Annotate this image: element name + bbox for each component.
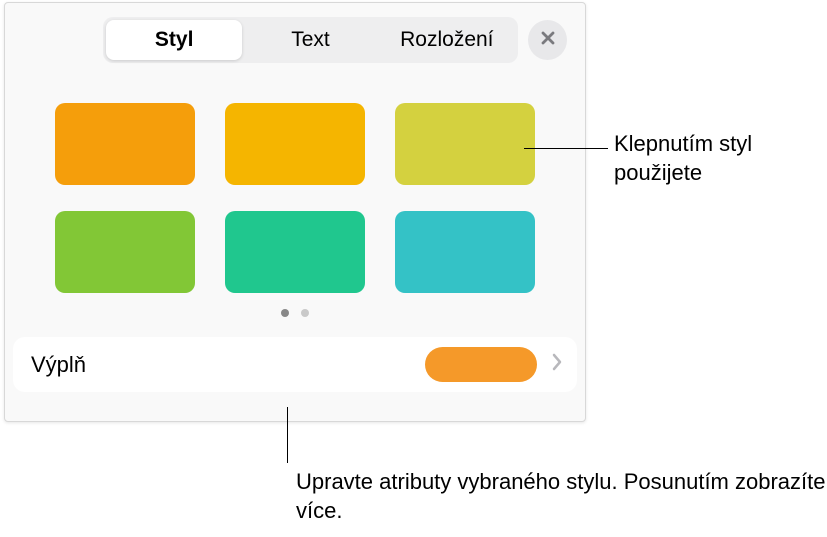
- close-icon: [539, 29, 557, 52]
- page-dot-1[interactable]: [281, 309, 289, 317]
- close-button[interactable]: [528, 20, 567, 60]
- format-panel: Styl Text Rozložení Výplň: [4, 2, 586, 422]
- panel-header: Styl Text Rozložení: [5, 3, 585, 73]
- page-indicator: [55, 309, 535, 317]
- tab-style[interactable]: Styl: [106, 20, 242, 60]
- style-swatch-green[interactable]: [55, 211, 195, 293]
- style-swatch-cyan[interactable]: [395, 211, 535, 293]
- style-swatch-grid: [55, 103, 535, 293]
- fill-label: Výplň: [31, 352, 425, 378]
- fill-row[interactable]: Výplň: [13, 337, 577, 392]
- style-swatch-orange[interactable]: [55, 103, 195, 185]
- callout-line-2: [287, 407, 288, 463]
- segmented-control: Styl Text Rozložení: [103, 17, 518, 63]
- tab-layout[interactable]: Rozložení: [379, 20, 515, 60]
- callout-apply-style: Klepnutím styl použijete: [614, 130, 827, 187]
- callout-line-1: [524, 148, 608, 149]
- fill-color-preview: [425, 347, 537, 382]
- style-swatch-amber[interactable]: [225, 103, 365, 185]
- style-swatch-olive[interactable]: [395, 103, 535, 185]
- chevron-right-icon: [551, 353, 563, 376]
- page-dot-2[interactable]: [301, 309, 309, 317]
- tab-text[interactable]: Text: [242, 20, 378, 60]
- style-swatch-teal[interactable]: [225, 211, 365, 293]
- style-swatch-area: [5, 73, 585, 327]
- callout-edit-attributes: Upravte atributy vybraného stylu. Posunu…: [296, 468, 827, 525]
